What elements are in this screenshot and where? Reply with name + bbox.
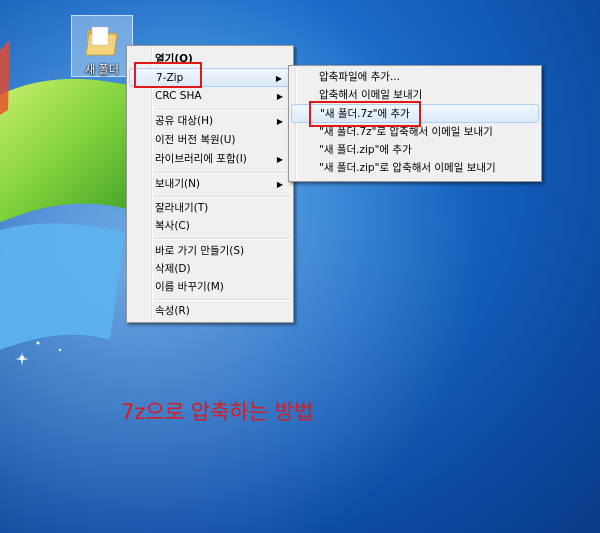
menu-item-include-library[interactable]: 라이브러리에 포함(I) ▶ [129,150,291,169]
menu-item-crc-sha[interactable]: CRC SHA ▶ [129,87,291,106]
desktop-icon-label: 새 폴더 [85,63,119,76]
submenu-item-zip-email[interactable]: "새 폴더.zip"로 압축해서 이메일 보내기 [291,159,539,178]
menu-item-label: 속성(R) [155,305,190,317]
menu-item-label: 압축해서 이메일 보내기 [319,89,423,101]
submenu-arrow-icon: ▶ [276,92,283,101]
menu-item-properties[interactable]: 속성(R) [129,302,291,321]
menu-item-label: 보내기(N) [155,178,201,190]
menu-item-label: 바로 가기 만들기(S) [155,245,245,257]
menu-separator [155,196,291,198]
menu-item-send-to[interactable]: 보내기(N) ▶ [129,175,291,194]
menu-item-cut[interactable]: 잘라내기(T) [129,199,291,218]
highlight-box-7zip [134,62,202,88]
menu-item-label: CRC SHA [155,90,202,102]
submenu-arrow-icon: ▶ [276,155,283,164]
menu-item-share-with[interactable]: 공유 대상(H) ▶ [129,112,291,131]
menu-item-label: 라이브러리에 포함(I) [155,153,247,165]
menu-item-label: 이름 바꾸기(M) [155,281,224,293]
menu-item-delete[interactable]: 삭제(D) [129,260,291,279]
folder-icon [85,26,118,56]
menu-item-label: 이전 버전 복원(U) [155,134,236,146]
submenu-arrow-icon: ▶ [276,180,283,189]
menu-item-copy[interactable]: 복사(C) [129,217,291,236]
submenu-arrow-icon: ▶ [275,74,282,83]
menu-item-label: 공유 대상(H) [155,115,214,127]
desktop-icon-new-folder[interactable]: 새 폴더 [71,15,133,77]
menu-item-restore-previous[interactable]: 이전 버전 복원(U) [129,131,291,150]
menu-item-label: "새 폴더.zip"로 압축해서 이메일 보내기 [319,162,496,174]
menu-separator [155,109,291,111]
submenu-arrow-icon: ▶ [276,117,283,126]
menu-separator [155,299,291,301]
menu-item-label: "새 폴더.zip"에 추가 [319,144,412,156]
menu-separator [155,172,291,174]
menu-item-label: 복사(C) [155,220,190,232]
submenu-item-add-to-zip[interactable]: "새 폴더.zip"에 추가 [291,141,539,160]
menu-item-label: "새 폴더.7z"로 압축해서 이메일 보내기 [319,126,493,138]
caption-text: 7z으로 압축하는 방법 [121,400,314,424]
menu-item-rename[interactable]: 이름 바꾸기(M) [129,278,291,297]
menu-item-label: 삭제(D) [155,263,191,275]
menu-item-label: 압축파일에 추가... [319,71,400,83]
highlight-box-add-to-7z [309,101,421,127]
submenu-item-add-to-archive[interactable]: 압축파일에 추가... [291,68,539,87]
menu-separator [155,238,291,240]
menu-item-create-shortcut[interactable]: 바로 가기 만들기(S) [129,242,291,261]
menu-item-label: 잘라내기(T) [155,202,209,214]
